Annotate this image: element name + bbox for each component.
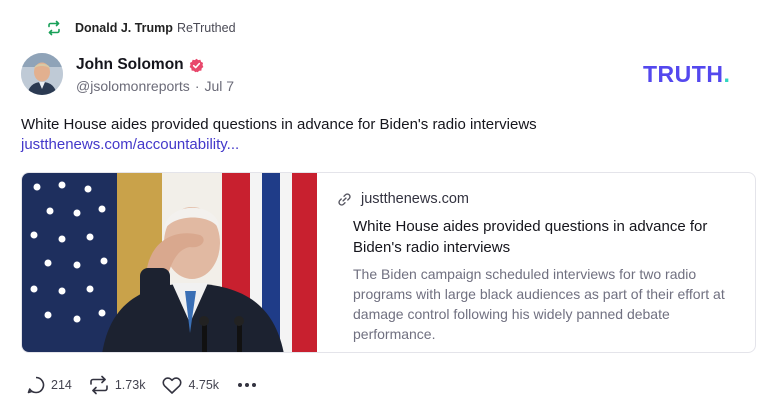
like-count: 4.75k — [188, 378, 220, 392]
reply-count: 214 — [51, 378, 72, 392]
action-bar: 214 1.73k 4.75k — [26, 374, 257, 396]
post-author: John Solomon @jsolomonreports · Jul 7 — [76, 55, 234, 94]
link-preview-card[interactable]: justthenews.com White House aides provid… — [21, 172, 756, 353]
truth-social-logo[interactable]: TRUTH. — [643, 62, 730, 86]
avatar[interactable] — [21, 53, 63, 95]
retruth-count: 1.73k — [114, 378, 146, 392]
link-icon — [337, 192, 352, 207]
retruth-label: ReTruthed — [176, 21, 236, 35]
heart-icon — [161, 375, 183, 395]
retruth-icon — [46, 20, 62, 36]
post-date[interactable]: Jul 7 — [204, 78, 234, 94]
retruth-button[interactable]: 1.73k — [88, 375, 146, 395]
meta-separator: · — [194, 78, 200, 94]
like-button[interactable]: 4.75k — [161, 375, 219, 395]
card-description: The Biden campaign scheduled interviews … — [353, 266, 725, 342]
retruth-user-name[interactable]: Donald J. Trump — [75, 21, 173, 35]
logo-dot: . — [723, 61, 731, 87]
logo-text: TRUTH — [643, 61, 724, 87]
card-domain: justthenews.com — [361, 191, 469, 207]
post-link[interactable]: justthenews.com/accountability... — [21, 135, 239, 155]
card-image[interactable] — [22, 173, 317, 352]
reply-icon — [26, 375, 46, 395]
author-name[interactable]: John Solomon — [76, 56, 184, 74]
verified-badge-icon — [189, 58, 204, 73]
reply-button[interactable]: 214 — [26, 375, 72, 395]
retruth-header: Donald J. Trump ReTruthed — [46, 19, 236, 37]
card-title[interactable]: White House aides provided questions in … — [353, 216, 738, 258]
author-handle[interactable]: @jsolomonreports — [76, 78, 190, 94]
retruth-action-icon — [88, 375, 110, 395]
card-body: justthenews.com White House aides provid… — [317, 173, 738, 352]
more-options-icon[interactable] — [237, 382, 257, 388]
post-text: White House aides provided questions in … — [21, 116, 537, 133]
